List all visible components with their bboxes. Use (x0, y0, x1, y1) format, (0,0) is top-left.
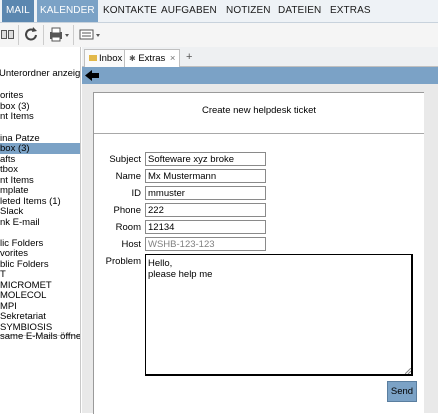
folder-item[interactable]: Slack (0, 206, 23, 217)
top-navigation: MAIL KALENDER KONTAKTE AUFGABEN NOTIZEN … (0, 0, 438, 23)
gear-icon: ✱ (129, 54, 136, 63)
show-subfolders-toggle[interactable]: Unterordner anzeigen (0, 68, 80, 79)
nav-mail[interactable]: MAIL (2, 0, 34, 22)
folder-item[interactable]: orites (0, 90, 23, 101)
subject-field[interactable]: Softeware xyz broke (145, 152, 266, 166)
folder-item-inbox-selected[interactable]: box (3) (0, 143, 80, 154)
toolbar-separator (18, 25, 19, 45)
folder-item[interactable]: blic Folders (0, 259, 49, 270)
tab-bar: Inbox ✱ Extras × + (82, 47, 438, 67)
id-field[interactable]: mmuster (145, 186, 266, 200)
phone-label: Phone (113, 205, 141, 216)
resize-handle-icon[interactable] (405, 368, 411, 374)
folder-sidebar: Unterordner anzeigen orites box (3) nt I… (0, 47, 81, 413)
problem-text-line: please help me (148, 269, 213, 280)
print-icon[interactable] (48, 26, 72, 44)
book-icon[interactable] (0, 26, 16, 44)
open-same-emails-option[interactable]: same E-Mails öffne (0, 331, 80, 342)
nav-aufgaben[interactable]: AUFGABEN (161, 0, 217, 22)
tab-label: Inbox (99, 53, 123, 64)
close-icon[interactable]: × (170, 53, 176, 64)
tab-inbox[interactable]: Inbox (84, 49, 128, 67)
folder-item[interactable]: tbox (0, 164, 18, 175)
nav-notizen[interactable]: NOTIZEN (226, 0, 271, 22)
name-field[interactable]: Mx Mustermann (145, 169, 266, 183)
new-tab-button[interactable]: + (186, 49, 192, 66)
helpdesk-form-panel: Create new helpdesk ticket Subject Softe… (93, 92, 424, 414)
toolbar-separator (73, 25, 74, 45)
nav-dateien[interactable]: DATEIEN (278, 0, 321, 22)
form-title: Create new helpdesk ticket (201, 105, 317, 116)
folder-icon (89, 55, 97, 62)
folder-item[interactable]: nt Items (0, 111, 34, 122)
nav-extras[interactable]: EXTRAS (330, 0, 371, 22)
problem-label: Problem (105, 256, 141, 267)
send-button[interactable]: Send (387, 381, 417, 402)
nav-kalender[interactable]: KALENDER (37, 0, 98, 22)
folder-item[interactable]: T (0, 269, 6, 280)
tab-extras[interactable]: ✱ Extras × (124, 49, 181, 67)
nav-kontakte[interactable]: KONTAKTE (103, 0, 157, 22)
folder-item[interactable]: mplate (0, 185, 29, 196)
content-header-bar (82, 67, 438, 84)
host-field[interactable]: WSHB-123-123 (145, 237, 266, 251)
layout-icon[interactable] (78, 26, 104, 44)
title-divider (94, 133, 424, 134)
host-label: Host (121, 239, 141, 250)
folder-item[interactable]: vorites (0, 248, 28, 259)
folder-item[interactable]: nk E-mail (0, 217, 40, 228)
room-label: Room (115, 222, 141, 233)
name-label: Name (115, 171, 141, 182)
toolbar-separator (43, 25, 44, 45)
problem-textarea[interactable]: Hello, please help me (145, 254, 413, 376)
room-field[interactable]: 12134 (145, 220, 266, 234)
phone-field[interactable]: 222 (145, 203, 266, 217)
folder-item[interactable]: MOLECOL (0, 290, 46, 301)
folder-item[interactable]: Sekretariat (0, 311, 46, 322)
id-label: ID (131, 188, 142, 199)
toolbar (0, 23, 438, 47)
subject-label: Subject (109, 154, 141, 165)
content-area: Create new helpdesk ticket Subject Softe… (82, 84, 438, 414)
tab-label: Extras (138, 53, 166, 64)
back-arrow-icon[interactable] (82, 67, 102, 84)
refresh-icon[interactable] (24, 26, 40, 44)
problem-text-line: Hello, (148, 258, 173, 269)
